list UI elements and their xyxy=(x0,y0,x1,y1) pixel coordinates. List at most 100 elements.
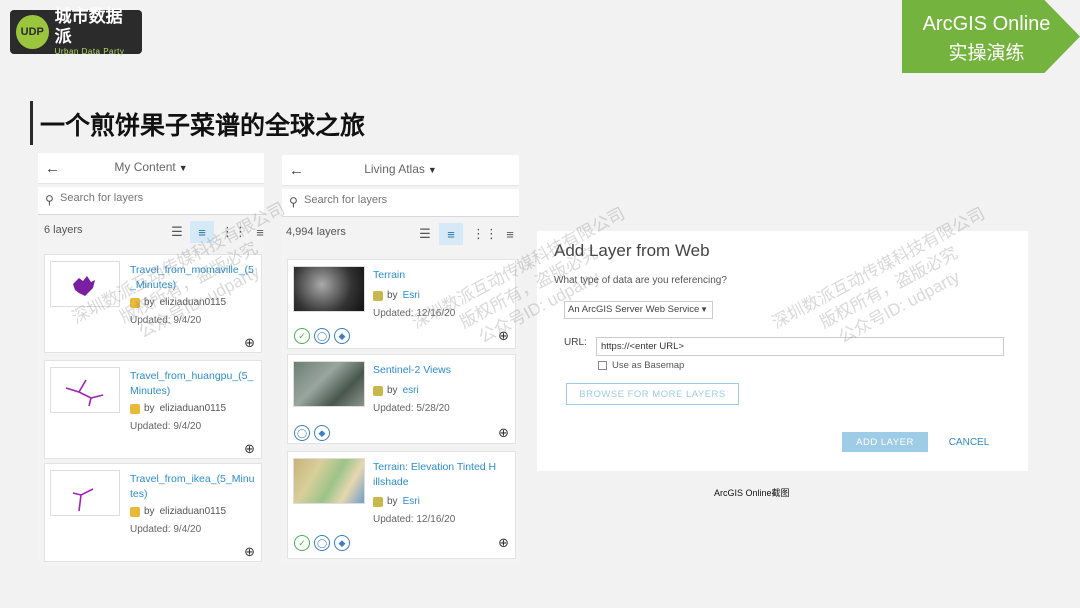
panel-header: ← Living Atlas ▼ xyxy=(282,155,519,186)
subscriber-icon: ◯ xyxy=(294,425,310,441)
count-row: 4,994 layers ☰ ≡ ⋮⋮ ≡ xyxy=(282,218,519,246)
layer-card[interactable]: Travel_from_ikea_(5_Minutes) by eliziadua… xyxy=(44,463,262,562)
search-input[interactable] xyxy=(304,194,484,206)
authoritative-icon: ✓ xyxy=(294,535,310,551)
content-source-dropdown[interactable]: Living Atlas ▼ xyxy=(282,162,519,176)
logo: UDP 城市数据派 Urban Data Party xyxy=(10,7,142,56)
updated-date: Updated: 9/4/20 xyxy=(130,315,202,326)
figure-caption: ArcGIS Online截图 xyxy=(714,488,790,498)
authoritative-icon: ✓ xyxy=(294,328,310,344)
owner-name: eliziaduan0115 xyxy=(159,297,227,308)
updated-date: Updated: 12/16/20 xyxy=(373,308,456,319)
detail-view-icon[interactable]: ≡ xyxy=(190,221,214,243)
owner-row: by Esri xyxy=(373,496,420,507)
dialog-title: Add Layer from Web xyxy=(554,241,710,260)
basemap-label: Use as Basemap xyxy=(612,360,685,371)
subscriber-icon: ◯ xyxy=(314,535,330,551)
user-icon xyxy=(130,403,140,414)
layer-thumbnail xyxy=(293,458,365,504)
filter-icon[interactable]: ⋮⋮ xyxy=(472,223,498,245)
detail-view-icon[interactable]: ≡ xyxy=(439,223,463,245)
shield-icon: ◆ xyxy=(314,425,330,441)
add-layer-icon[interactable]: ⊕ xyxy=(498,425,509,441)
updated-date: Updated: 12/16/20 xyxy=(373,514,456,525)
layer-title[interactable]: Travel_from_momaville_(5_Minutes) xyxy=(130,263,255,293)
layer-title[interactable]: Travel_from_ikea_(5_Minutes) xyxy=(130,472,255,502)
basemap-checkbox[interactable] xyxy=(598,361,607,370)
layer-thumbnail xyxy=(293,266,365,312)
layer-thumbnail xyxy=(50,367,120,413)
subscriber-icon: ◯ xyxy=(314,328,330,344)
page-title: 一个煎饼果子菜谱的全球之旅 xyxy=(40,111,366,140)
add-layer-icon[interactable]: ⊕ xyxy=(244,335,255,351)
list-view-icon[interactable]: ☰ xyxy=(165,221,189,243)
list-view-icon[interactable]: ☰ xyxy=(413,223,437,245)
layer-card[interactable]: Sentinel-2 Views by esri Updated: 5/28/20… xyxy=(287,354,516,444)
chevron-down-icon: ▼ xyxy=(178,163,188,173)
layer-title[interactable]: Terrain xyxy=(373,268,498,283)
add-layer-button[interactable]: ADD LAYER xyxy=(842,432,928,452)
owner-row: by eliziaduan0115 xyxy=(130,403,226,414)
select-value: An ArcGIS Server Web Service xyxy=(568,304,700,315)
layer-card[interactable]: Travel_from_momaville_(5_Minutes) by eliz… xyxy=(44,254,262,353)
updated-date: Updated: 5/28/20 xyxy=(373,403,450,414)
layer-title[interactable]: Terrain: Elevation Tinted Hillshade xyxy=(373,460,498,490)
add-layer-icon[interactable]: ⊕ xyxy=(244,544,255,560)
search-icon: ⚲ xyxy=(289,195,298,209)
shield-icon: ◆ xyxy=(334,535,350,551)
living-atlas-panel: ← Living Atlas▼ ⚲ 4,994 layers ☰ ≡ ⋮⋮ ≡ … xyxy=(282,155,519,565)
owner-name: eliziaduan0115 xyxy=(159,403,227,414)
title-accent-bar xyxy=(30,101,33,145)
layer-count: 6 layers xyxy=(44,224,83,236)
data-type-question: What type of data are you referencing? xyxy=(554,275,727,286)
user-icon xyxy=(373,290,383,301)
content-source-label: Living Atlas xyxy=(364,162,425,176)
browse-more-layers-button[interactable]: BROWSE FOR MORE LAYERS xyxy=(566,383,739,405)
owner-name: eliziaduan0115 xyxy=(159,506,227,517)
corner-banner: ArcGIS Online 实操演练 xyxy=(902,0,1080,73)
sort-icon[interactable]: ≡ xyxy=(248,221,272,243)
filter-icon[interactable]: ⋮⋮ xyxy=(221,221,247,243)
updated-date: Updated: 9/4/20 xyxy=(130,421,202,432)
owner-row: by esri xyxy=(373,385,419,396)
my-content-panel: ← My Content▼ ⚲ 6 layers ☰ ≡ ⋮⋮ ≡ Travel… xyxy=(38,153,264,565)
user-icon xyxy=(130,297,140,308)
owner-name[interactable]: Esri xyxy=(403,496,420,507)
owner-row: by Esri xyxy=(373,290,420,301)
url-input[interactable] xyxy=(596,337,1004,356)
add-layer-icon[interactable]: ⊕ xyxy=(244,441,255,457)
layer-card[interactable]: Travel_from_huangpu_(5_Minutes) by elizia… xyxy=(44,360,262,459)
search-icon: ⚲ xyxy=(45,193,54,207)
owner-name[interactable]: esri xyxy=(403,385,419,396)
user-icon xyxy=(130,506,140,517)
shield-icon: ◆ xyxy=(334,328,350,344)
layer-thumbnail xyxy=(50,470,120,516)
layer-title[interactable]: Travel_from_huangpu_(5_Minutes) xyxy=(130,369,255,399)
banner-line2: 实操演练 xyxy=(948,43,1025,64)
sort-icon[interactable]: ≡ xyxy=(498,223,522,245)
data-type-select[interactable]: An ArcGIS Server Web Service ▼ xyxy=(564,301,713,319)
count-row: 6 layers ☰ ≡ ⋮⋮ ≡ xyxy=(38,216,264,244)
owner-row: by eliziaduan0115 xyxy=(130,506,226,517)
add-layer-icon[interactable]: ⊕ xyxy=(498,328,509,344)
content-source-label: My Content xyxy=(114,160,176,174)
badge-row: ✓ ◯ ◆ xyxy=(294,328,350,344)
content-source-dropdown[interactable]: My Content ▼ xyxy=(38,160,264,174)
updated-date: Updated: 9/4/20 xyxy=(130,524,202,535)
layer-card[interactable]: Terrain: Elevation Tinted Hillshade by Es… xyxy=(287,451,516,559)
layer-title[interactable]: Sentinel-2 Views xyxy=(373,363,498,378)
layer-thumbnail xyxy=(50,261,120,307)
logo-mark: UDP xyxy=(16,15,49,49)
use-as-basemap[interactable]: Use as Basemap xyxy=(598,360,684,371)
badge-row: ◯ ◆ xyxy=(294,425,330,441)
search-input[interactable] xyxy=(60,192,240,204)
search-row: ⚲ xyxy=(38,187,264,215)
add-layer-icon[interactable]: ⊕ xyxy=(498,535,509,551)
cancel-button[interactable]: CANCEL xyxy=(939,432,999,452)
chevron-down-icon: ▼ xyxy=(700,305,708,314)
badge-row: ✓ ◯ ◆ xyxy=(294,535,350,551)
owner-name[interactable]: Esri xyxy=(403,290,420,301)
url-label: URL: xyxy=(564,337,587,348)
layer-card[interactable]: Terrain by Esri Updated: 12/16/20 ✓ ◯ ◆ ⊕ xyxy=(287,259,516,349)
chevron-down-icon: ▼ xyxy=(427,165,437,175)
